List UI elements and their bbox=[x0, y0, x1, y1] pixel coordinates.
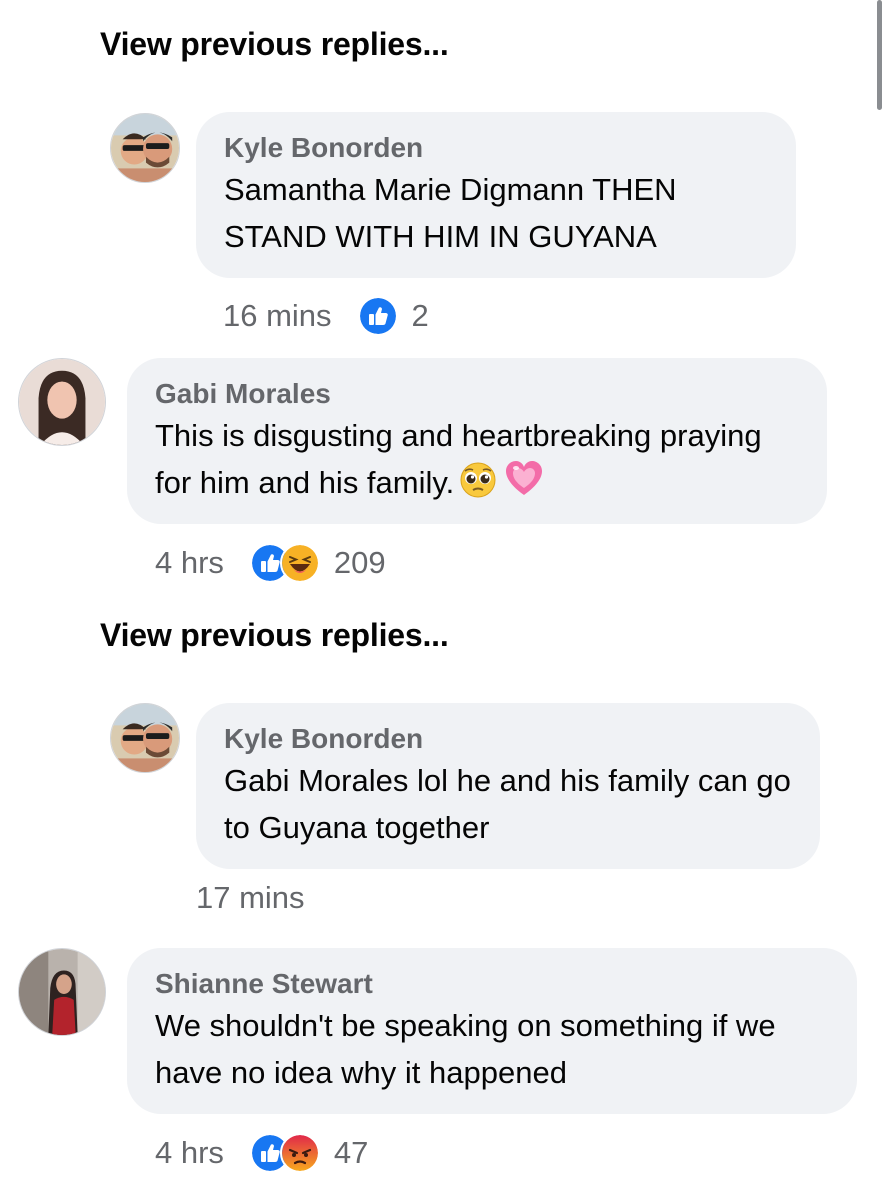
avatar-kyle-image bbox=[111, 114, 179, 182]
comment-author[interactable]: Kyle Bonorden bbox=[224, 130, 768, 166]
avatar[interactable] bbox=[18, 948, 106, 1036]
avatar-gabi-image bbox=[19, 359, 105, 445]
reply-meta: 16 mins 2 bbox=[223, 296, 429, 336]
comment-text: This is disgusting and heartbreaking pra… bbox=[155, 412, 799, 506]
comment-timestamp[interactable]: 4 hrs bbox=[155, 1135, 224, 1171]
pleading-face-emoji-icon bbox=[460, 462, 496, 498]
reply-meta: 17 mins bbox=[196, 880, 331, 916]
comment-meta: 4 hrs 47 bbox=[155, 1133, 368, 1173]
growing-heart-emoji-icon bbox=[506, 461, 543, 495]
avatar-shianne-image bbox=[19, 949, 105, 1035]
reply-bubble: Kyle Bonorden Samantha Marie Digmann THE… bbox=[196, 112, 796, 278]
reaction-count: 47 bbox=[333, 1135, 369, 1170]
avatar[interactable] bbox=[18, 358, 106, 446]
angry-reaction-icon bbox=[279, 1133, 320, 1173]
view-previous-replies-link[interactable]: View previous replies... bbox=[100, 26, 449, 63]
reaction-count: 209 bbox=[333, 545, 386, 580]
comment-timestamp[interactable]: 17 mins bbox=[196, 880, 305, 916]
comment-timestamp[interactable]: 4 hrs bbox=[155, 545, 224, 581]
comment-meta: 4 hrs 209 bbox=[155, 543, 386, 583]
reaction-summary[interactable]: 47 bbox=[249, 1133, 369, 1173]
like-reaction-icon bbox=[357, 296, 398, 336]
reaction-summary[interactable]: 2 bbox=[357, 296, 429, 336]
haha-reaction-icon bbox=[279, 543, 320, 583]
comment-text: Samantha Marie Digmann THEN STAND WITH H… bbox=[224, 172, 677, 254]
comment-timestamp[interactable]: 16 mins bbox=[223, 298, 332, 334]
comment-bubble: Shianne Stewart We shouldn't be speaking… bbox=[127, 948, 857, 1114]
comment-author[interactable]: Shianne Stewart bbox=[155, 966, 829, 1002]
reply-bubble: Kyle Bonorden Gabi Morales lol he and hi… bbox=[196, 703, 820, 869]
comment-author[interactable]: Kyle Bonorden bbox=[224, 721, 792, 757]
reaction-summary[interactable]: 209 bbox=[249, 543, 386, 583]
avatar-kyle-image bbox=[111, 704, 179, 772]
comment-bubble: Gabi Morales This is disgusting and hear… bbox=[127, 358, 827, 524]
scrollbar[interactable] bbox=[877, 0, 882, 110]
reaction-count: 2 bbox=[411, 298, 429, 333]
comment-text: Gabi Morales lol he and his family can g… bbox=[224, 763, 791, 845]
avatar[interactable] bbox=[110, 703, 180, 773]
comment-text: We shouldn't be speaking on something if… bbox=[155, 1008, 776, 1090]
comment-author[interactable]: Gabi Morales bbox=[155, 376, 799, 412]
avatar[interactable] bbox=[110, 113, 180, 183]
view-previous-replies-link[interactable]: View previous replies... bbox=[100, 617, 449, 654]
